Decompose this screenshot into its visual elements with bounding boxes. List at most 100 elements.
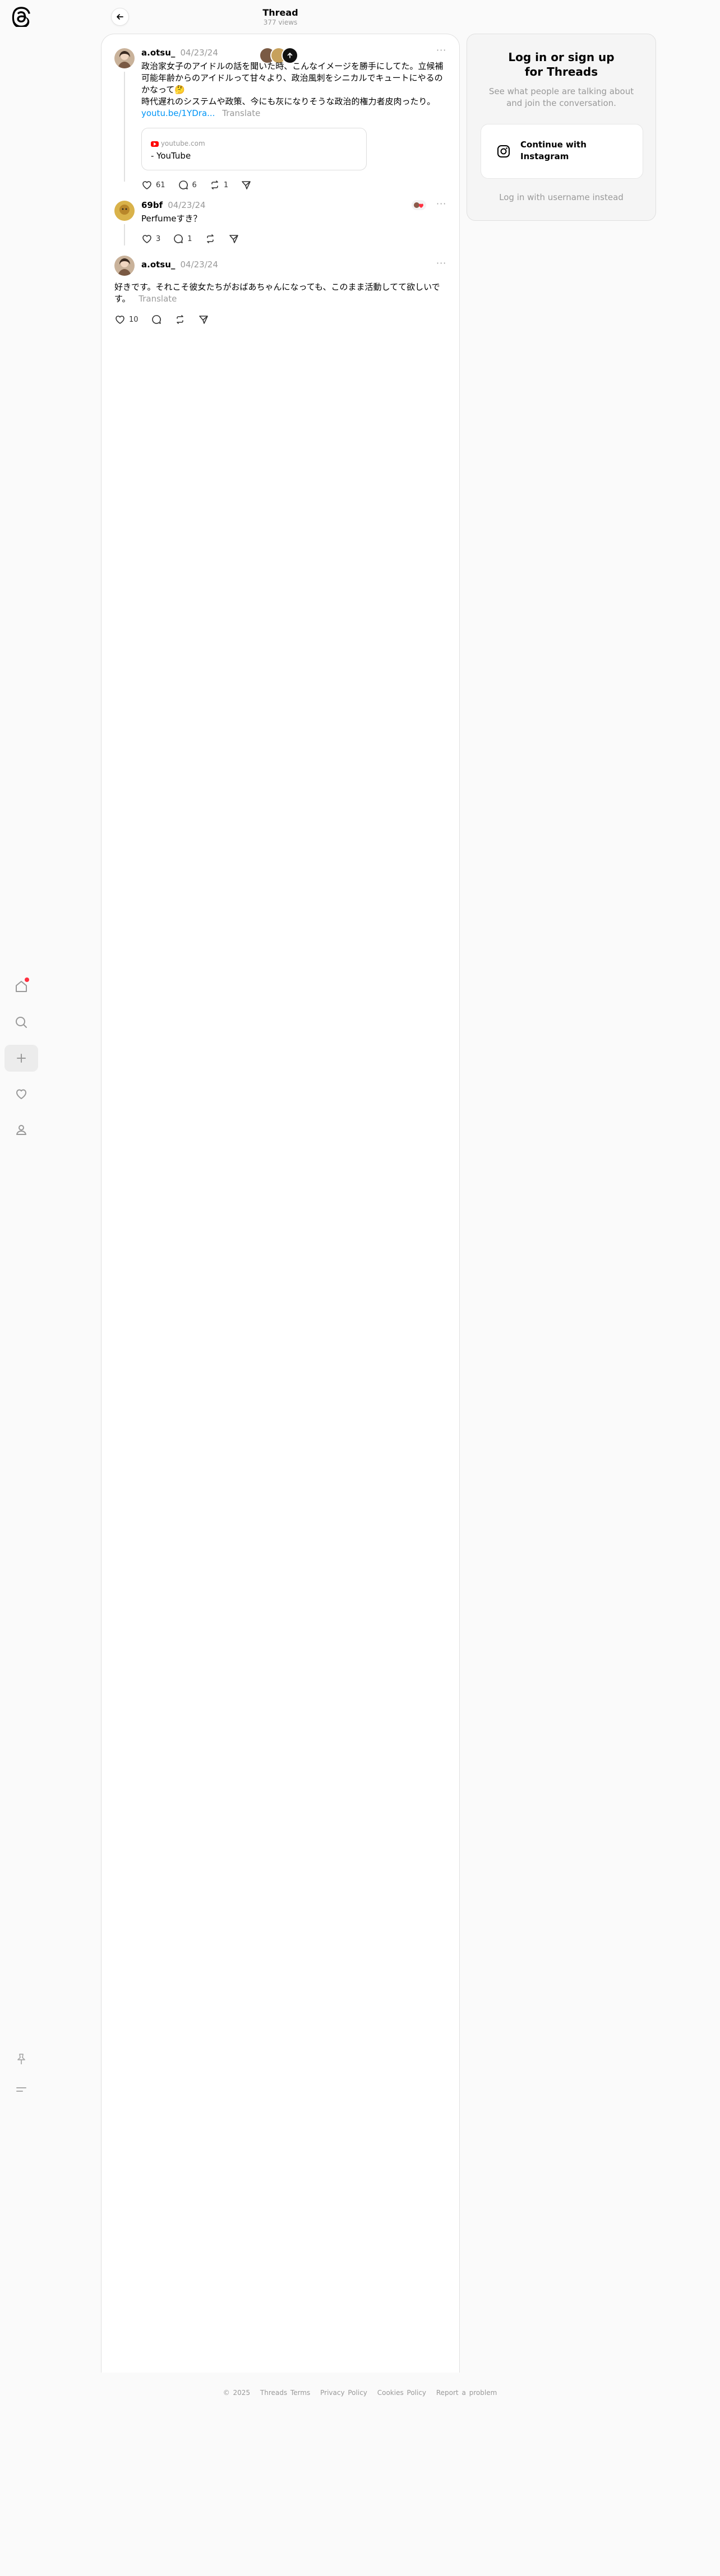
post-header: a.otsu_ 04/23/24: [141, 47, 218, 58]
post-text-line: 政治家女子のアイドルの話を聞いた時、こんなイメージを勝手にしてた。立候補: [141, 61, 444, 71]
post-text: 政治家女子のアイドルの話を聞いた時、こんなイメージを勝手にしてた。立候補 可能年…: [141, 61, 449, 119]
terms-link[interactable]: Threads Terms: [260, 2389, 310, 2397]
username[interactable]: a.otsu_: [141, 48, 175, 58]
heart-icon: [142, 181, 151, 189]
repost-button[interactable]: 1: [209, 179, 228, 191]
liked-by-author-badge: [412, 200, 426, 210]
continue-with-instagram-button[interactable]: Continue with Instagram: [481, 124, 643, 179]
post-link[interactable]: youtu.be/1YDra...: [141, 108, 215, 118]
reply-button[interactable]: 6: [178, 179, 197, 191]
like-count: 3: [156, 234, 161, 243]
username-login-link[interactable]: Log in with username instead: [467, 192, 656, 202]
post-actions: 10: [114, 314, 209, 325]
instagram-button-label: Continue with Instagram: [520, 139, 633, 163]
thread-connector: [124, 72, 125, 182]
notification-dot: [25, 977, 29, 982]
avatar[interactable]: [114, 256, 135, 276]
more-options-icon[interactable]: ···: [436, 45, 446, 55]
share-icon: [199, 316, 208, 324]
repost-button[interactable]: [205, 233, 216, 244]
repost-icon: [206, 234, 214, 243]
threads-logo-icon[interactable]: [11, 7, 31, 29]
post-text-line: かなって🤔: [141, 85, 185, 95]
search-icon[interactable]: [4, 1009, 38, 1036]
repost-icon: [176, 315, 183, 324]
menu-icon[interactable]: [4, 2076, 38, 2103]
like-button[interactable]: 3: [141, 233, 160, 244]
post-text-line: 可能年齢からのアイドルって甘々より、政治風刺をシニカルでキュートにやるの: [141, 73, 443, 83]
post-text: Perfumeすき？: [141, 214, 202, 224]
preview-domain-row: youtube.com: [151, 140, 205, 147]
page-title: Thread: [262, 7, 298, 18]
instagram-label-line: Continue with: [520, 140, 587, 150]
login-panel: Log in or sign up for Threads See what p…: [467, 34, 656, 221]
post-date[interactable]: 04/23/24: [181, 48, 218, 58]
post-text: 好きです。それこそ彼女たちがおばあちゃんになっても、このまま活動してて欲しいで …: [114, 281, 449, 305]
thread-card: [101, 34, 460, 2373]
post-text-line: 時代遅れのシステムや政策、今にも灰になりそうな政治的権力者皮肉ったり。: [141, 96, 436, 106]
profile-icon[interactable]: [4, 1116, 38, 1143]
repost-count: 1: [223, 180, 229, 189]
post-actions: 3 1: [141, 233, 239, 244]
comment-icon: [151, 315, 161, 324]
post-date[interactable]: 04/23/24: [181, 260, 218, 270]
post-header: a.otsu_ 04/23/24: [141, 259, 218, 270]
comment-icon: [178, 180, 188, 189]
avatar[interactable]: [114, 48, 135, 68]
home-icon[interactable]: [4, 973, 38, 1000]
preview-domain: youtube.com: [160, 140, 205, 147]
pin-icon[interactable]: [4, 2046, 38, 2073]
reply-button[interactable]: 1: [173, 233, 192, 244]
link-preview-card[interactable]: youtube.com - YouTube: [141, 128, 367, 170]
translate-button[interactable]: Translate: [139, 294, 177, 304]
username[interactable]: 69bf: [141, 200, 163, 210]
reply-count: 6: [192, 180, 197, 189]
report-link[interactable]: Report a problem: [436, 2389, 497, 2397]
post-text-line: す。: [114, 294, 131, 304]
thread-connector: [124, 224, 125, 245]
share-icon: [229, 235, 238, 243]
post-date[interactable]: 04/23/24: [168, 200, 205, 210]
repost-icon: [211, 180, 218, 189]
reply-count: 1: [187, 234, 192, 243]
instagram-icon: [497, 145, 510, 157]
more-options-icon[interactable]: ···: [436, 258, 446, 268]
translate-button[interactable]: Translate: [222, 108, 260, 118]
instagram-label-line: Instagram: [520, 151, 569, 161]
login-title-line: for Threads: [524, 65, 598, 78]
share-icon: [242, 181, 251, 189]
cookies-link[interactable]: Cookies Policy: [377, 2389, 426, 2397]
plus-icon[interactable]: [4, 1045, 38, 1072]
share-button[interactable]: [198, 314, 209, 325]
arrow-left-icon: [117, 14, 123, 20]
youtube-icon: [151, 141, 159, 147]
unused: [4, 2549, 38, 2576]
share-button[interactable]: [241, 179, 252, 191]
heart-icon: [414, 202, 423, 208]
heart-icon: [142, 235, 151, 243]
like-count: 61: [156, 180, 165, 189]
like-button[interactable]: 10: [114, 314, 139, 325]
copyright: © 2025: [223, 2389, 251, 2397]
footer: © 2025 Threads Terms Privacy Policy Cook…: [0, 2389, 720, 2397]
username[interactable]: a.otsu_: [141, 260, 175, 270]
preview-title: - YouTube: [151, 151, 191, 161]
post-header: 69bf 04/23/24: [141, 200, 206, 210]
avatar[interactable]: [114, 201, 135, 221]
view-count: 377 views: [263, 18, 298, 26]
comment-icon: [174, 234, 183, 243]
share-button[interactable]: [228, 233, 239, 244]
like-button[interactable]: 61: [141, 179, 165, 191]
like-count: 10: [129, 315, 139, 324]
login-title: Log in or sign up for Threads: [467, 50, 656, 79]
reply-button[interactable]: [151, 314, 162, 325]
heart-icon[interactable]: [4, 1081, 38, 1108]
more-options-icon[interactable]: ···: [436, 198, 446, 209]
privacy-link[interactable]: Privacy Policy: [320, 2389, 367, 2397]
login-title-line: Log in or sign up: [508, 50, 615, 64]
post-actions: 61 6 1: [141, 179, 252, 191]
post-text-line: 好きです。それこそ彼女たちがおばあちゃんになっても、このまま活動してて欲しいで: [114, 282, 440, 292]
repost-button[interactable]: [174, 314, 186, 325]
back-button[interactable]: [111, 8, 129, 26]
heart-icon: [116, 316, 124, 324]
